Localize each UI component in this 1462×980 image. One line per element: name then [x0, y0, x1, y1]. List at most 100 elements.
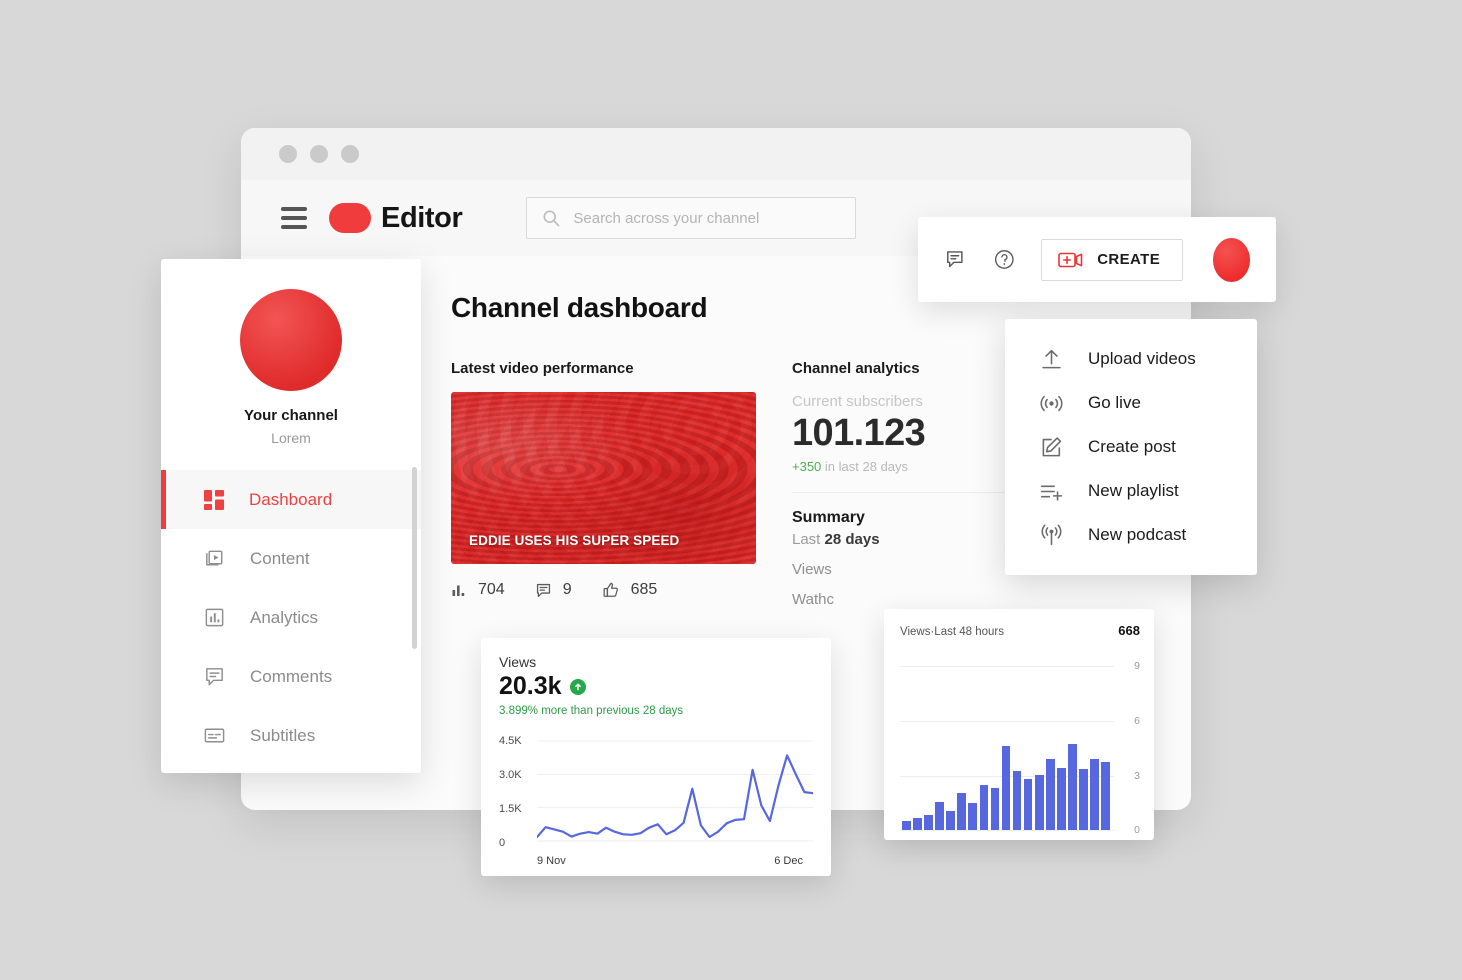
bar — [902, 820, 911, 830]
grid-icon — [204, 489, 224, 510]
bar — [957, 792, 966, 830]
bar — [1068, 744, 1077, 830]
y-tick-label: 1.5K — [499, 803, 522, 815]
y-tick-label: 9 — [1134, 660, 1140, 672]
menu-item-create-post[interactable]: Create post — [1005, 425, 1257, 469]
y-tick-label: 3.0K — [499, 769, 522, 781]
bar — [1090, 759, 1099, 830]
sidebar-item-subtitles[interactable]: Subtitles — [161, 706, 421, 765]
arrow-up-icon — [569, 678, 586, 695]
line-chart-plot — [537, 740, 813, 842]
latest-video-card: Latest video performance EDDIE USES HIS … — [451, 360, 756, 608]
sidebar-nav: Dashboard Content Analytics Comments Sub… — [161, 470, 421, 765]
subscribers-delta-value: +350 — [792, 459, 822, 474]
summary-row-watchtime: Wathc — [792, 591, 834, 608]
topbar-actions: CREATE — [918, 217, 1276, 302]
sidebar-item-label: Analytics — [250, 607, 319, 627]
avatar[interactable] — [240, 289, 342, 391]
menu-item-go-live[interactable]: Go live — [1005, 381, 1257, 425]
y-tick-label: 0 — [499, 837, 506, 849]
subscribers-delta-suffix: in last 28 days — [824, 459, 909, 474]
sidebar-item-comments[interactable]: Comments — [161, 647, 421, 706]
brand-logo-group[interactable]: Editor — [329, 202, 463, 235]
channel-header: Your channel Lorem — [161, 259, 421, 446]
views-line-chart: 4.5K 3.0K 1.5K 0 9 Nov 6 Dec — [499, 735, 813, 867]
bar — [990, 788, 1000, 830]
sidebar-item-label: Subtitles — [250, 725, 316, 745]
video-views-stat: 704 — [451, 581, 505, 599]
gridline — [900, 830, 1114, 831]
sidebar-item-label: Dashboard — [249, 489, 333, 509]
comment-icon — [536, 583, 550, 597]
summary-period-prefix: Last — [792, 531, 825, 548]
sidebar-item-label: Comments — [250, 666, 333, 686]
views-bar-chart: 9 6 3 0 — [900, 648, 1140, 836]
help-circle-icon[interactable] — [993, 246, 1016, 273]
y-tick-label: 6 — [1134, 715, 1140, 727]
upload-icon — [1042, 349, 1061, 368]
menu-item-upload-videos[interactable]: Upload videos — [1005, 337, 1257, 381]
sidebar-item-label: Content — [250, 548, 310, 568]
create-dropdown-menu: Upload videos Go live Create post New pl… — [1005, 319, 1257, 575]
window-close-dot[interactable] — [279, 145, 297, 163]
search-placeholder: Search across your channel — [573, 209, 760, 227]
video-plus-icon — [1058, 252, 1083, 267]
sidebar-item-analytics[interactable]: Analytics — [161, 588, 421, 647]
summary-period-value: 28 days — [824, 531, 880, 548]
bars-card-title: Views·Last 48 hours — [900, 626, 1004, 638]
bar — [1001, 746, 1011, 830]
podcast-icon — [1041, 524, 1062, 545]
window-maximize-dot[interactable] — [341, 145, 359, 163]
bar — [1012, 770, 1022, 830]
play-logo-icon — [329, 203, 371, 233]
search-input[interactable]: Search across your channel — [526, 197, 857, 239]
avatar[interactable] — [1213, 237, 1250, 282]
bar — [1079, 769, 1088, 830]
channel-name: Your channel — [244, 407, 338, 424]
bar — [1101, 761, 1110, 830]
menu-item-label: Create post — [1088, 437, 1176, 456]
video-comments-stat: 9 — [535, 581, 572, 599]
video-thumbnail[interactable]: EDDIE USES HIS SUPER SPEED — [451, 392, 756, 564]
pencil-square-icon — [1042, 436, 1062, 456]
sidebar-scrollbar[interactable] — [412, 467, 417, 649]
views-48h-card: Views·Last 48 hours 668 9 6 3 0 — [884, 609, 1154, 840]
video-thumbnail-title: EDDIE USES HIS SUPER SPEED — [469, 533, 680, 548]
bar — [1046, 759, 1055, 830]
bar-series — [902, 648, 1110, 830]
comment-icon[interactable] — [944, 246, 967, 273]
video-comments-value: 9 — [562, 581, 572, 598]
menu-item-label: New podcast — [1088, 525, 1187, 544]
video-stack-icon — [206, 550, 223, 566]
menu-item-new-playlist[interactable]: New playlist — [1005, 469, 1257, 513]
screenshot-canvas: Editor Search across your channel Channe… — [0, 0, 1462, 980]
create-button[interactable]: CREATE — [1041, 238, 1184, 281]
window-minimize-dot[interactable] — [310, 145, 328, 163]
views-card-value-row: 20.3k — [499, 672, 813, 701]
bar — [946, 810, 955, 830]
sidebar-item-dashboard[interactable]: Dashboard — [161, 470, 421, 529]
hamburger-icon[interactable] — [281, 207, 307, 229]
bar-chart-icon — [205, 608, 224, 627]
search-icon — [543, 210, 560, 227]
bar — [1057, 768, 1066, 830]
bar — [913, 818, 922, 830]
menu-item-label: Go live — [1088, 393, 1141, 412]
video-stats-row: 704 9 685 — [451, 581, 756, 599]
menu-item-new-podcast[interactable]: New podcast — [1005, 513, 1257, 557]
bar — [979, 785, 989, 830]
views-card-comparison: 3.899% more than previous 28 days — [499, 705, 684, 717]
bar-chart-icon — [452, 585, 465, 596]
broadcast-icon — [1040, 395, 1063, 411]
x-tick-label: 6 Dec — [774, 855, 803, 867]
bars-card-header: Views·Last 48 hours 668 — [900, 623, 1140, 638]
views-card-value: 20.3k — [499, 672, 562, 700]
bar — [968, 802, 978, 830]
sidebar-item-content[interactable]: Content — [161, 529, 421, 588]
comment-icon — [206, 668, 223, 686]
views-chart-card: Views 20.3k 3.899% more than previous 28… — [481, 638, 831, 876]
y-tick-label: 3 — [1134, 770, 1140, 782]
create-button-label: CREATE — [1097, 251, 1161, 268]
video-views-value: 704 — [478, 581, 505, 598]
bar — [935, 801, 944, 830]
